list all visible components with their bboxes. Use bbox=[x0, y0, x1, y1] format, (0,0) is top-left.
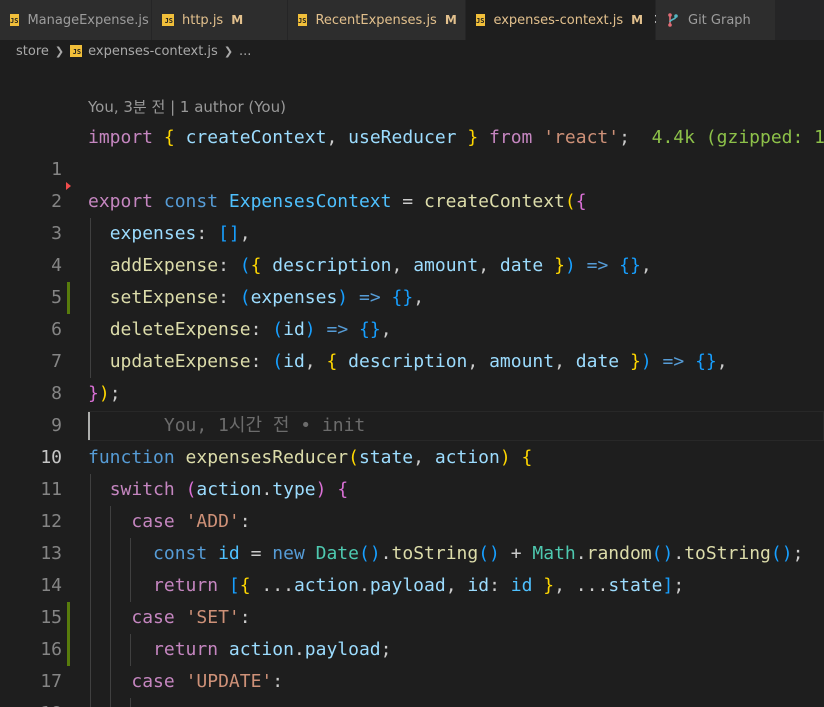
code-text: }); bbox=[88, 383, 121, 404]
chevron-right-icon: ❯ bbox=[223, 44, 234, 58]
code-line[interactable]: 8 updateExpense: (id, { description, amo… bbox=[0, 346, 824, 404]
modified-badge: M bbox=[631, 13, 644, 27]
tab-label: RecentExpenses.js bbox=[315, 12, 437, 28]
code-text: expenses: [], bbox=[109, 223, 251, 244]
code-text: return action.payload; bbox=[153, 639, 392, 660]
code-text: case 'ADD': bbox=[131, 511, 251, 532]
js-file-icon: JS bbox=[162, 14, 174, 26]
editor-tab-bar: JS ManageExpense.js JS http.js M JS Rece… bbox=[0, 0, 824, 40]
code-text: switch (action.type) { bbox=[109, 479, 349, 500]
code-text: setExpense: (expenses) => {}, bbox=[109, 287, 425, 308]
code-line[interactable]: 17 return action.payload; bbox=[0, 634, 824, 692]
code-line[interactable]: 14 const id = new Date().toString() + Ma… bbox=[0, 538, 824, 596]
code-line[interactable]: 3 export const ExpensesContext = createC… bbox=[0, 186, 824, 244]
git-graph-icon bbox=[668, 13, 678, 27]
modified-badge: M bbox=[444, 13, 457, 27]
js-file-icon: JS bbox=[70, 45, 83, 57]
code-text: case 'SET': bbox=[131, 607, 251, 628]
code-line[interactable]: 16 case 'SET': bbox=[0, 602, 824, 660]
code-text: import { createContext, useReducer } fro… bbox=[88, 122, 824, 154]
breadcrumb-folder[interactable]: store bbox=[16, 44, 49, 59]
js-file-icon: JS bbox=[10, 14, 20, 26]
code-text: case 'UPDATE': bbox=[131, 671, 284, 692]
code-text: function expensesReducer(state, action) … bbox=[88, 447, 533, 468]
code-text: const id = new Date().toString() + Math.… bbox=[153, 543, 804, 564]
code-text: updateExpense: (id, { description, amoun… bbox=[109, 351, 728, 372]
code-line[interactable]: 11 function expensesReducer(state, actio… bbox=[0, 442, 824, 500]
code-line[interactable]: 5 addExpense: ({ description, amount, da… bbox=[0, 250, 824, 308]
tab-label: ManageExpense.js bbox=[27, 12, 149, 28]
tab-expenses-context[interactable]: JS expenses-context.js M ✕ bbox=[466, 0, 665, 40]
tab-label: Git Graph bbox=[688, 12, 751, 28]
code-line[interactable]: 18 case 'UPDATE': bbox=[0, 666, 824, 707]
code-text: export const ExpensesContext = createCon… bbox=[88, 191, 587, 212]
code-text: return [{ ...action.payload, id: id }, .… bbox=[153, 575, 685, 596]
code-text: You, 1시간 전 • init bbox=[88, 410, 365, 442]
code-text: addExpense: ({ description, amount, date… bbox=[109, 255, 652, 276]
code-text: deleteExpense: (id) => {}, bbox=[109, 319, 392, 340]
code-line[interactable]: 13 case 'ADD': bbox=[0, 506, 824, 564]
code-line[interactable]: 6 setExpense: (expenses) => {}, bbox=[0, 282, 824, 340]
import-cost-hint: 4.4k (gzipped: 1.9k) bbox=[651, 127, 824, 148]
breadcrumb-symbol[interactable]: ... bbox=[239, 44, 251, 59]
code-line[interactable]: 7 deleteExpense: (id) => {}, bbox=[0, 314, 824, 372]
git-blame-annotation: You, 1시간 전 • init bbox=[163, 415, 366, 436]
tab-label: expenses-context.js bbox=[493, 12, 624, 28]
tab-http[interactable]: JS http.js M bbox=[152, 0, 288, 40]
tab-recentexpenses[interactable]: JS RecentExpenses.js M bbox=[288, 0, 466, 40]
code-editor[interactable]: You, 3분 전 | 1 author (You) 1 import { cr… bbox=[0, 62, 824, 707]
breadcrumb: store ❯ JS expenses-context.js ❯ ... bbox=[0, 40, 824, 62]
js-file-icon: JS bbox=[476, 14, 486, 26]
code-line[interactable]: 4 expenses: [], bbox=[0, 218, 824, 276]
tab-manageexpense[interactable]: JS ManageExpense.js bbox=[0, 0, 152, 40]
line-number: 18 bbox=[0, 698, 62, 707]
code-line[interactable]: 10 You, 1시간 전 • init bbox=[0, 410, 824, 468]
tab-git-graph[interactable]: Git Graph bbox=[656, 0, 776, 40]
code-line[interactable]: 1 import { createContext, useReducer } f… bbox=[0, 122, 824, 180]
code-line[interactable]: 12 switch (action.type) { bbox=[0, 474, 824, 532]
breadcrumb-file[interactable]: expenses-context.js bbox=[88, 44, 218, 59]
code-line[interactable]: 2 bbox=[0, 154, 824, 212]
js-file-icon: JS bbox=[298, 14, 308, 26]
code-line[interactable]: 9 }); bbox=[0, 378, 824, 436]
modified-badge: M bbox=[231, 13, 244, 27]
indent-guide bbox=[130, 698, 131, 707]
tab-label: http.js bbox=[182, 12, 224, 28]
codelens-author[interactable]: You, 3분 전 | 1 author (You) bbox=[88, 96, 286, 117]
code-line[interactable]: 15 return [{ ...action.payload, id: id }… bbox=[0, 570, 824, 628]
chevron-right-icon: ❯ bbox=[54, 44, 65, 58]
